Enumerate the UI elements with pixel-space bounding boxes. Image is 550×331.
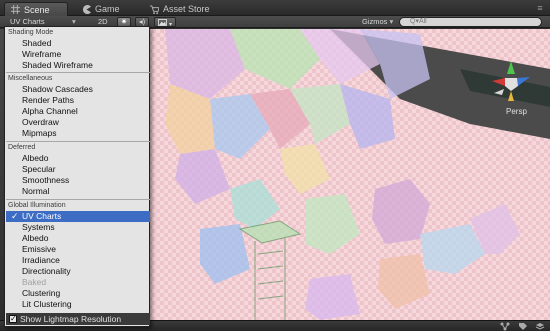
menu-item-clustering[interactable]: Clustering bbox=[6, 288, 150, 299]
menu-item-alpha-channel[interactable]: Alpha Channel bbox=[6, 106, 150, 117]
menu-item-shaded[interactable]: Shaded bbox=[6, 38, 150, 49]
cart-icon bbox=[150, 4, 159, 14]
menu-item-mipmaps[interactable]: Mipmaps bbox=[6, 128, 150, 139]
menu-item-irradiance[interactable]: Irradiance bbox=[6, 255, 150, 266]
grid-icon bbox=[11, 5, 20, 14]
tab-label: Game bbox=[95, 4, 120, 14]
menu-item-uv-charts[interactable]: ✓ UV Charts bbox=[6, 211, 150, 222]
menu-item-baked: Baked bbox=[22, 277, 47, 287]
2d-label: 2D bbox=[98, 17, 108, 26]
footer-label: Show Lightmap Resolution bbox=[20, 314, 122, 324]
menu-item-shaded-wireframe[interactable]: Shaded Wireframe bbox=[6, 60, 150, 71]
checkbox[interactable]: ✓ bbox=[9, 315, 17, 323]
menu-section-header: Shading Mode bbox=[8, 29, 54, 36]
menu-item-smoothness[interactable]: Smoothness bbox=[6, 175, 150, 186]
panel-menu-icon[interactable]: ≡ bbox=[534, 3, 546, 13]
chevron-down-icon: ▾ bbox=[389, 17, 394, 26]
tab-label: Asset Store bbox=[163, 4, 210, 14]
menu-item-overdraw[interactable]: Overdraw bbox=[6, 117, 150, 128]
tab-bar: Scene Game Asset Store ≡ bbox=[0, 0, 550, 16]
tab-asset-store[interactable]: Asset Store bbox=[144, 2, 230, 16]
effects-dropdown[interactable]: ▾ bbox=[154, 17, 176, 28]
draw-mode-menu: Shading Mode Shaded Wireframe Shaded Wir… bbox=[4, 26, 150, 327]
menu-separator bbox=[6, 72, 150, 73]
tag-icon[interactable] bbox=[518, 322, 528, 331]
pacman-icon bbox=[82, 4, 91, 14]
menu-item-normal[interactable]: Normal bbox=[6, 186, 150, 197]
menu-section-header: Miscellaneous bbox=[8, 75, 53, 82]
menu-separator bbox=[6, 199, 150, 200]
menu-item-specular[interactable]: Specular bbox=[6, 164, 150, 175]
menu-item-albedo-gi[interactable]: Albedo bbox=[6, 233, 150, 244]
menu-item-wireframe[interactable]: Wireframe bbox=[6, 49, 150, 60]
draw-mode-label: UV Charts bbox=[10, 17, 45, 26]
menu-section-header: Deferred bbox=[8, 144, 36, 151]
menu-section-header: Global Illumination bbox=[8, 202, 66, 209]
projection-label[interactable]: Persp bbox=[506, 107, 527, 116]
layers-icon[interactable] bbox=[535, 322, 545, 331]
image-icon bbox=[158, 19, 167, 26]
tab-scene[interactable]: Scene bbox=[4, 2, 68, 16]
speaker-icon: ◂) bbox=[138, 17, 146, 26]
menu-item-emissive[interactable]: Emissive bbox=[6, 244, 150, 255]
network-icon[interactable] bbox=[500, 322, 510, 331]
checkmark-icon: ✓ bbox=[11, 211, 19, 221]
tab-label: Scene bbox=[24, 4, 50, 15]
menu-item-render-paths[interactable]: Render Paths bbox=[6, 95, 150, 106]
sun-icon: ✷ bbox=[120, 17, 128, 26]
search-input[interactable]: Q▾All bbox=[399, 17, 542, 27]
gizmos-dropdown[interactable]: Gizmos ▾ bbox=[362, 17, 402, 27]
menu-item-shadow-cascades[interactable]: Shadow Cascades bbox=[6, 84, 150, 95]
show-lightmap-resolution-toggle[interactable]: ✓ Show Lightmap Resolution bbox=[6, 313, 150, 325]
menu-item-lit-clustering[interactable]: Lit Clustering bbox=[6, 299, 150, 310]
menu-item-systems[interactable]: Systems bbox=[6, 222, 150, 233]
tab-game[interactable]: Game bbox=[76, 2, 136, 16]
menu-item-albedo-deferred[interactable]: Albedo bbox=[6, 153, 150, 164]
gizmos-label: Gizmos bbox=[362, 17, 388, 26]
chevron-down-icon: ▾ bbox=[169, 22, 173, 28]
menu-item-directionality[interactable]: Directionality bbox=[6, 266, 150, 277]
search-placeholder: Q▾All bbox=[410, 18, 427, 25]
menu-item-label: UV Charts bbox=[22, 211, 62, 221]
menu-separator bbox=[6, 141, 150, 142]
